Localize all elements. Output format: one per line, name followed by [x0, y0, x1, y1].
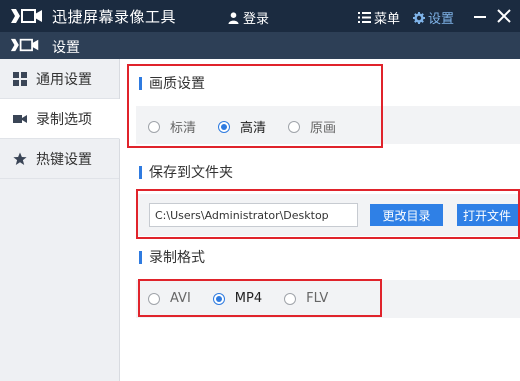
section-title-text: 保存到文件夹 — [149, 165, 233, 181]
open-folder-button[interactable]: 打开文件 — [457, 204, 520, 226]
title-bar: 迅捷屏幕录像工具 登录 菜单 设置 — [0, 0, 520, 32]
section-marker — [139, 250, 142, 264]
radio-label: AVI — [170, 291, 191, 306]
radio-label: 原画 — [310, 121, 337, 136]
quality-radio-group: 标清 高清 原画 — [148, 117, 358, 136]
radio-label: 高清 — [240, 121, 267, 136]
settings-header: 设置 — [0, 32, 520, 59]
radio-circle — [284, 292, 297, 305]
minimize-icon[interactable] — [472, 6, 488, 26]
settings-label: 设置 — [428, 12, 455, 27]
sidebar-item-general[interactable]: 通用设置 — [0, 59, 119, 99]
menu-list-icon — [358, 12, 371, 23]
radio-format-mp4[interactable]: MP4 — [212, 291, 263, 306]
radio-circle — [288, 120, 301, 133]
radio-circle — [218, 120, 231, 133]
section-title-text: 录制格式 — [149, 250, 205, 266]
radio-label: 标清 — [170, 121, 197, 136]
section-marker — [139, 165, 142, 179]
star-icon — [13, 152, 27, 165]
section-marker — [139, 76, 142, 90]
radio-label: FLV — [306, 291, 329, 306]
radio-quality-sd[interactable]: 标清 — [148, 117, 196, 136]
grid-icon — [13, 71, 27, 86]
change-directory-button[interactable]: 更改目录 — [370, 204, 443, 226]
section-title-text: 画质设置 — [149, 76, 205, 92]
sidebar-item-hotkeys[interactable]: 热键设置 — [0, 139, 119, 179]
video-camera-icon — [13, 114, 27, 123]
close-icon[interactable] — [496, 6, 512, 26]
camera-logo-icon — [11, 9, 42, 23]
radio-quality-original[interactable]: 原画 — [288, 117, 336, 136]
radio-circle — [212, 292, 225, 305]
settings-sidebar: 通用设置 录制选项 热键设置 — [0, 59, 120, 381]
settings-title: 设置 — [52, 40, 80, 56]
section-quality-title: 画质设置 — [139, 73, 205, 93]
radio-label: MP4 — [234, 291, 263, 306]
radio-quality-hd[interactable]: 高清 — [218, 117, 266, 136]
sidebar-item-label: 热键设置 — [36, 151, 92, 168]
menu-label: 菜单 — [374, 12, 401, 27]
sidebar-item-recording[interactable]: 录制选项 — [0, 99, 120, 139]
section-format-title: 录制格式 — [139, 247, 205, 267]
format-radio-group: AVI MP4 FLV — [148, 291, 350, 306]
menu-button[interactable]: 菜单 — [358, 8, 400, 27]
settings-button[interactable]: 设置 — [413, 8, 454, 27]
login-button[interactable]: 登录 — [228, 8, 269, 27]
settings-content: 画质设置 标清 高清 原画 保存到文件夹 更改目录 打开文件 录制格式 AVI — [121, 59, 520, 381]
user-icon — [228, 11, 239, 24]
radio-circle — [148, 120, 160, 133]
sidebar-item-label: 通用设置 — [36, 71, 92, 88]
camera-logo-icon — [10, 38, 39, 52]
section-save-folder-title: 保存到文件夹 — [139, 162, 233, 182]
login-label: 登录 — [243, 12, 270, 27]
radio-format-avi[interactable]: AVI — [148, 291, 191, 306]
radio-circle — [148, 292, 160, 305]
sidebar-item-label: 录制选项 — [36, 111, 92, 128]
gear-icon — [413, 11, 425, 24]
save-path-input[interactable] — [149, 203, 358, 227]
app-title: 迅捷屏幕录像工具 — [52, 8, 177, 26]
radio-format-flv[interactable]: FLV — [284, 291, 328, 306]
